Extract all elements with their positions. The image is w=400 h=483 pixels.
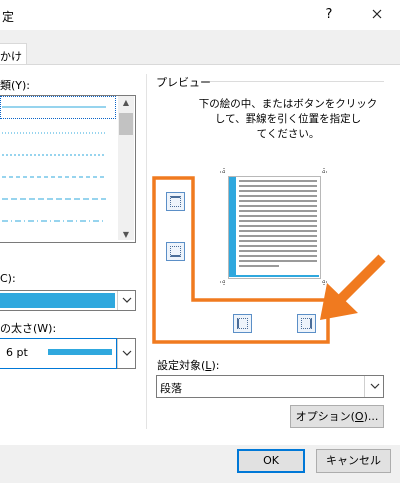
apply-to-combo[interactable] [156, 375, 384, 398]
annotation-overlay [152, 176, 386, 344]
scroll-up-icon[interactable]: ▲ [118, 98, 134, 107]
color-swatch [0, 293, 115, 308]
width-sample [48, 349, 112, 355]
preview-group-title: プレビュー [156, 76, 211, 89]
width-value: 6 pt [6, 346, 28, 359]
preview-hint-line: 下の絵の中、またはボタンをクリック [198, 98, 378, 110]
preview-group-rule [210, 81, 384, 82]
scroll-down-icon[interactable]: ▼ [118, 230, 134, 239]
close-icon [372, 9, 382, 19]
line-style-samples [2, 106, 106, 222]
color-label: C): [0, 272, 16, 285]
chevron-down-icon [370, 383, 379, 389]
apply-to-value: 段落 [160, 382, 182, 395]
window-title: 定 [2, 10, 15, 24]
group-divider [146, 74, 147, 429]
width-dropdown-button[interactable] [117, 339, 136, 368]
preview-hint-line: して、罫線を引く位置を指定し [214, 113, 362, 125]
color-dropdown-button[interactable] [117, 291, 136, 310]
cancel-button[interactable]: キャンセル [316, 449, 391, 473]
apply-to-dropdown-button[interactable] [364, 376, 384, 397]
close-button[interactable] [360, 0, 394, 30]
ok-button[interactable]: OK [237, 449, 305, 473]
style-label: 類(Y): [0, 79, 31, 92]
tab-page-border-label: かけ [0, 50, 22, 63]
scroll-thumb[interactable] [119, 113, 133, 135]
preview-hint-line: てください。 [256, 128, 320, 140]
title-bar [0, 0, 400, 30]
chevron-down-icon [122, 350, 132, 356]
help-button[interactable]: ? [318, 4, 340, 26]
width-label: の太さ(W): [0, 322, 57, 335]
preview-hint: 下の絵の中、またはボタンをクリック して、罫線を引く位置を指定し てください。 [193, 97, 383, 142]
options-button[interactable]: オプション(O)... [290, 405, 384, 428]
apply-to-label: 設定対象(L): [157, 359, 220, 372]
chevron-down-icon [122, 297, 132, 303]
